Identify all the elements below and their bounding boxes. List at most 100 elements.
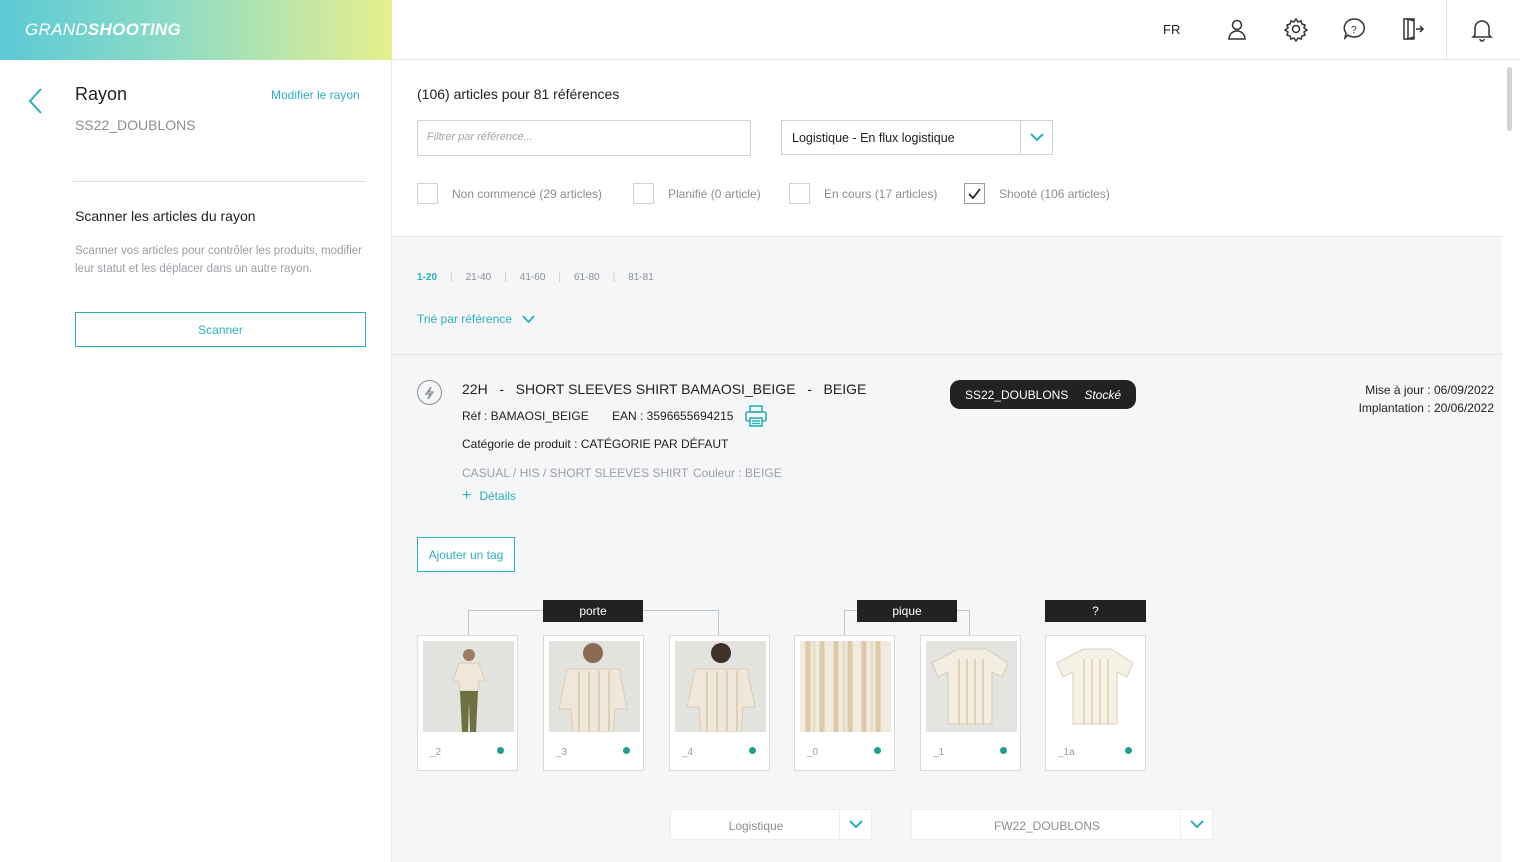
pagination-separator: |: [450, 272, 453, 283]
chevron-down-icon[interactable]: [1180, 810, 1212, 839]
product-photo: [549, 641, 640, 732]
product-title: 22H - SHORT SLEEVES SHIRT BAMAOSI_BEIGE …: [462, 381, 867, 397]
scrollbar[interactable]: [1502, 61, 1520, 862]
product-path: CASUAL / HIS / SHORT SLEEVES SHIRT: [462, 466, 689, 480]
pagination-separator: |: [504, 272, 507, 283]
divider: [73, 181, 366, 182]
main-content: (106) articles pour 81 références Filtre…: [392, 61, 1520, 862]
page-link[interactable]: 41-60: [520, 272, 546, 283]
photo-label: _4: [682, 747, 694, 758]
page-link[interactable]: 21-40: [466, 272, 492, 283]
badge-rayon: SS22_DOUBLONS: [964, 387, 1069, 402]
badge-status: Stocké: [1084, 387, 1122, 402]
checkbox-non-commence[interactable]: Non commencé (29 articles): [417, 183, 602, 204]
chevron-down-icon[interactable]: [1020, 121, 1052, 154]
photo-thumbnail[interactable]: _3: [543, 635, 644, 771]
photo-thumbnail[interactable]: _4: [669, 635, 770, 771]
rayon-select[interactable]: FW22_DOUBLONS: [911, 809, 1213, 840]
pagination-separator: |: [558, 272, 561, 283]
product-photo: [423, 641, 514, 732]
status-dot: [1125, 747, 1132, 754]
modify-rayon-link[interactable]: Modifier le rayon: [271, 88, 360, 102]
product-dates: Mise à jour : 06/09/2022 Implantation : …: [1359, 381, 1494, 417]
back-arrow-icon[interactable]: [26, 86, 46, 116]
photo-thumbnail[interactable]: _1a: [1045, 635, 1146, 771]
updated-date: Mise à jour : 06/09/2022: [1365, 383, 1494, 397]
page-link[interactable]: 81-81: [628, 272, 654, 283]
product-color: Couleur : BEIGE: [693, 466, 782, 480]
chevron-down-icon: [522, 315, 535, 323]
help-bubble-icon[interactable]: ?: [1341, 16, 1367, 42]
details-label: Détails: [479, 489, 517, 503]
status-dot: [749, 747, 756, 754]
bell-icon[interactable]: [1469, 16, 1495, 42]
photo-thumbnail[interactable]: _2: [417, 635, 518, 771]
product-ean: EAN : 3596655694215: [612, 409, 734, 423]
photo-thumbnail[interactable]: _1: [920, 635, 1021, 771]
status-dot: [874, 747, 881, 754]
checkbox-label: Planifié (0 article): [668, 186, 761, 201]
sort-dropdown[interactable]: Trié par référence: [417, 312, 535, 326]
page-link[interactable]: 1-20: [417, 272, 437, 283]
status-dot: [497, 747, 504, 754]
implantation-date: Implantation : 20/06/2022: [1358, 401, 1494, 415]
pagination-separator: |: [612, 272, 616, 283]
product-category: Catégorie de produit : CATÉGORIE PAR DÉF…: [462, 437, 729, 451]
rayon-code: SS22_DOUBLONS: [75, 117, 196, 133]
reference-filter-input[interactable]: Filtrer par référence...: [417, 120, 751, 156]
app-logo[interactable]: GRANDSHOOTING: [25, 20, 181, 40]
photo-label: _1: [933, 747, 945, 758]
group-tag[interactable]: porte: [543, 600, 643, 622]
plus-icon: +: [462, 487, 472, 504]
checkbox-label: Non commencé (29 articles): [452, 186, 603, 201]
top-bar: FR ?: [392, 0, 1520, 60]
add-tag-button[interactable]: Ajouter un tag: [417, 537, 515, 572]
logistics-status-select[interactable]: Logistique - En flux logistique: [781, 120, 1053, 155]
scan-section-title: Scanner les articles du rayon: [75, 208, 256, 224]
checkbox-label: En cours (17 articles): [824, 186, 938, 201]
group-tag[interactable]: ?: [1045, 600, 1146, 622]
checkbox-box[interactable]: [789, 183, 810, 204]
checkbox-box-checked[interactable]: [964, 183, 985, 204]
logistics-select[interactable]: Logistique: [670, 809, 872, 840]
scan-button[interactable]: Scanner: [75, 312, 366, 347]
checkbox-planifie[interactable]: Planifié (0 article): [633, 183, 761, 204]
photo-label: _1a: [1058, 747, 1075, 758]
svg-text:?: ?: [1351, 25, 1357, 36]
lightning-icon[interactable]: [417, 380, 442, 405]
product-photo: [926, 641, 1017, 732]
photo-label: _0: [807, 747, 819, 758]
product-photo: [1051, 641, 1142, 732]
page-link[interactable]: 61-80: [574, 272, 600, 283]
photo-label: _2: [430, 747, 442, 758]
details-toggle[interactable]: + Détails: [462, 487, 517, 504]
logout-icon[interactable]: [1399, 16, 1425, 42]
divider: [392, 354, 1502, 355]
filter-panel: (106) articles pour 81 références Filtre…: [392, 61, 1502, 237]
chevron-down-icon[interactable]: [839, 810, 871, 839]
photo-thumbnail[interactable]: _0: [794, 635, 895, 771]
sidebar: Rayon SS22_DOUBLONS Modifier le rayon Sc…: [0, 60, 392, 862]
checkbox-box[interactable]: [633, 183, 654, 204]
gear-icon[interactable]: [1283, 16, 1309, 43]
language-switch[interactable]: FR: [1163, 22, 1180, 37]
checkbox-en-cours[interactable]: En cours (17 articles): [789, 183, 937, 204]
user-icon[interactable]: [1224, 16, 1250, 42]
checkbox-box[interactable]: [417, 183, 438, 204]
sort-label: Trié par référence: [417, 312, 512, 326]
scroll-thumb[interactable]: [1507, 67, 1512, 131]
scan-description: Scanner vos articles pour contrôler les …: [75, 245, 362, 275]
checkmark-icon: [968, 188, 981, 199]
topbar-separator: [1446, 0, 1447, 60]
select-value: FW22_DOUBLONS: [993, 819, 1101, 833]
printer-icon[interactable]: [744, 405, 768, 427]
checkbox-label: Shooté (106 articles): [999, 186, 1110, 201]
group-tag[interactable]: pique: [857, 600, 957, 622]
pagination: 1-20 | 21-40 | 41-60 | 61-80 | 81-81: [417, 272, 654, 283]
product-reference: Réf : BAMAOSI_BEIGE: [462, 409, 589, 423]
checkbox-shoote[interactable]: Shooté (106 articles): [964, 183, 1110, 204]
status-dot: [623, 747, 630, 754]
product-photo: [800, 641, 891, 732]
status-badge: SS22_DOUBLONS Stocké: [950, 380, 1136, 409]
select-value: Logistique: [728, 819, 784, 833]
